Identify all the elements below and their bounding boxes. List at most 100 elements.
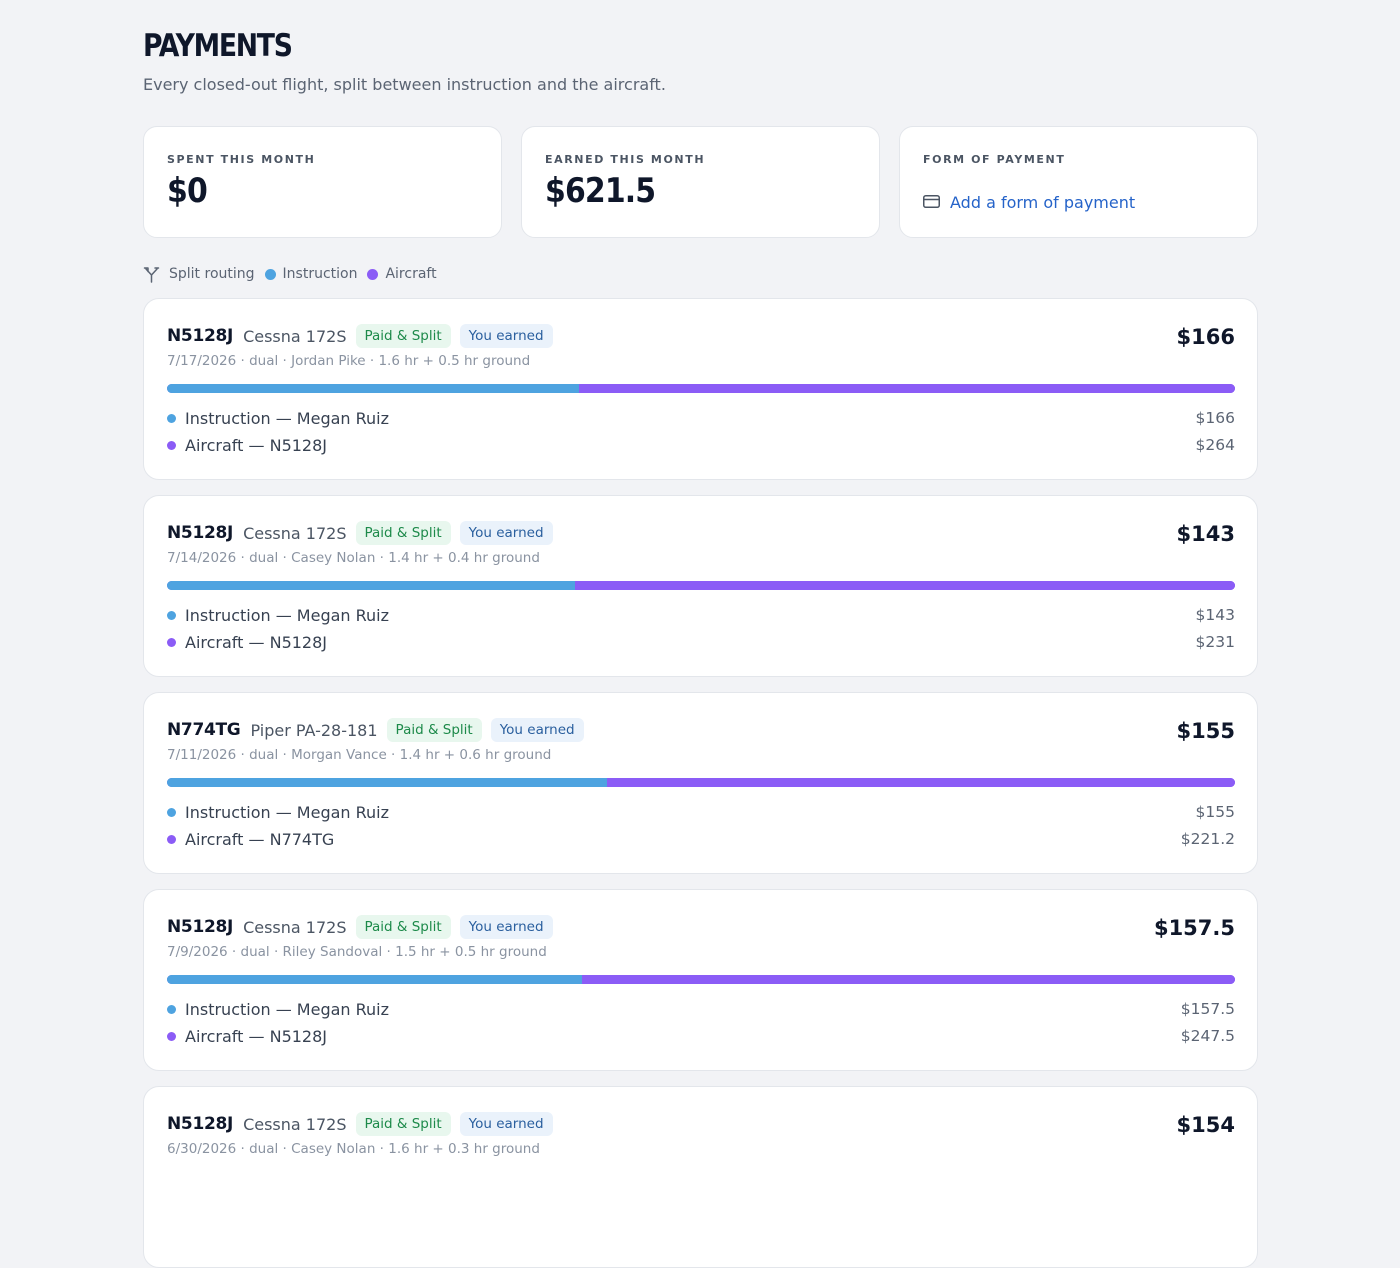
instruction-amount: $155 [1195,803,1235,821]
status-badge: Paid & Split [355,1112,451,1136]
payment-label: FORM OF PAYMENT [923,153,1066,166]
instruction-label: Instruction — Megan Ruiz [185,999,390,1019]
flight-meta: 7/14/2026 · dual · Casey Nolan · 1.4 hr … [167,550,540,566]
spent-value: $0 [167,171,208,211]
aircraft-model: Cessna 172S [243,523,347,543]
aircraft-amount: $264 [1195,436,1235,454]
aircraft-model: Cessna 172S [243,1114,347,1134]
flight-meta: 7/11/2026 · dual · Morgan Vance · 1.4 hr… [167,747,552,763]
instruction-amount: $157.5 [1180,1000,1235,1018]
aircraft-dot [167,1031,176,1041]
split-bar [167,975,1235,984]
aircraft-segment [582,975,1235,984]
split-bar [167,581,1235,590]
payment-card-row[interactable]: N5128J Cessna 172S Paid & Split You earn… [143,1086,1258,1268]
role-badge: You earned [459,324,553,348]
instruction-dot [167,1004,176,1014]
instruction-label: Instruction — Megan Ruiz [185,408,390,428]
aircraft-model: Piper PA-28-181 [250,720,378,740]
flight-meta: 7/17/2026 · dual · Jordan Pike · 1.6 hr … [167,353,531,369]
aircraft-legend-dot [367,268,379,280]
payment-card-row[interactable]: N5128J Cessna 172S Paid & Split You earn… [143,298,1258,480]
instruction-line: Instruction — Megan Ruiz $143 [167,605,1235,625]
spent-card: SPENT THIS MONTH $0 [143,126,502,238]
instruction-dot [167,413,176,423]
role-badge: You earned [459,915,553,939]
instruction-segment [167,975,583,984]
aircraft-amount: $247.5 [1180,1027,1235,1045]
role-badge: You earned [490,718,584,742]
earned-card: EARNED THIS MONTH $621.5 [521,126,880,238]
instruction-label: Instruction — Megan Ruiz [185,802,390,822]
aircraft-segment [574,581,1235,590]
instruction-amount: $143 [1195,606,1235,624]
tail-number: N5128J [167,917,234,937]
split-routing-icon [143,266,160,283]
instruction-segment [167,581,575,590]
split-routing-label: Split routing [169,266,255,282]
flight-meta: 7/9/2026 · dual · Riley Sandoval · 1.5 h… [167,944,547,960]
aircraft-dot [167,440,176,450]
instruction-line: Instruction — Megan Ruiz $166 [167,408,1235,428]
earned-value: $621.5 [545,171,656,211]
instruction-dot [167,807,176,817]
role-badge: You earned [459,1112,553,1136]
page-subtitle: Every closed-out flight, split between i… [143,75,666,94]
aircraft-dot [167,637,176,647]
add-payment-label: Add a form of payment [950,193,1136,212]
flight-total: $143 [1176,522,1235,546]
aircraft-label: Aircraft — N774TG [185,829,335,849]
tail-number: N774TG [167,720,241,740]
aircraft-line: Aircraft — N5128J $247.5 [167,1026,1235,1046]
instruction-dot [167,610,176,620]
page-title: PAYMENTS [143,28,293,64]
instruction-line: Instruction — Megan Ruiz $157.5 [167,999,1235,1019]
aircraft-line: Aircraft — N5128J $264 [167,435,1235,455]
instruction-segment [167,778,608,787]
flight-total: $154 [1176,1113,1235,1137]
aircraft-model: Cessna 172S [243,917,347,937]
status-badge: Paid & Split [386,718,482,742]
aircraft-legend-label: Aircraft [385,266,437,282]
stats-row: SPENT THIS MONTH $0 EARNED THIS MONTH $6… [143,126,1258,238]
flight-meta: 6/30/2026 · dual · Casey Nolan · 1.6 hr … [167,1141,540,1157]
payment-card-row[interactable]: N5128J Cessna 172S Paid & Split You earn… [143,495,1258,677]
aircraft-segment [579,384,1235,393]
split-bar [167,384,1235,393]
aircraft-dot [167,834,176,844]
status-badge: Paid & Split [355,324,451,348]
aircraft-amount: $221.2 [1180,830,1235,848]
aircraft-label: Aircraft — N5128J [185,435,327,455]
aircraft-amount: $231 [1195,633,1235,651]
status-badge: Paid & Split [355,915,451,939]
split-legend: Split routing Instruction Aircraft [143,264,437,284]
payment-card-row[interactable]: N5128J Cessna 172S Paid & Split You earn… [143,889,1258,1071]
tail-number: N5128J [167,326,234,346]
payment-card: FORM OF PAYMENT Add a form of payment [899,126,1258,238]
flight-total: $155 [1176,719,1235,743]
spent-label: SPENT THIS MONTH [167,153,316,166]
payment-card-row[interactable]: N774TG Piper PA-28-181 Paid & Split You … [143,692,1258,874]
tail-number: N5128J [167,1114,234,1134]
aircraft-line: Aircraft — N774TG $221.2 [167,829,1235,849]
aircraft-model: Cessna 172S [243,326,347,346]
role-badge: You earned [459,521,553,545]
add-payment-button[interactable]: Add a form of payment [923,193,1135,212]
earned-label: EARNED THIS MONTH [545,153,706,166]
instruction-segment [167,384,580,393]
instruction-legend-label: Instruction [282,266,358,282]
instruction-label: Instruction — Megan Ruiz [185,605,390,625]
instruction-legend-dot [264,268,276,280]
aircraft-line: Aircraft — N5128J $231 [167,632,1235,652]
aircraft-label: Aircraft — N5128J [185,632,327,652]
credit-card-icon [923,193,940,212]
aircraft-segment [607,778,1235,787]
aircraft-label: Aircraft — N5128J [185,1026,327,1046]
tail-number: N5128J [167,523,234,543]
flight-total: $166 [1176,325,1235,349]
split-bar [167,778,1235,787]
flight-total: $157.5 [1153,916,1235,940]
instruction-line: Instruction — Megan Ruiz $155 [167,802,1235,822]
status-badge: Paid & Split [355,521,451,545]
instruction-amount: $166 [1195,409,1235,427]
